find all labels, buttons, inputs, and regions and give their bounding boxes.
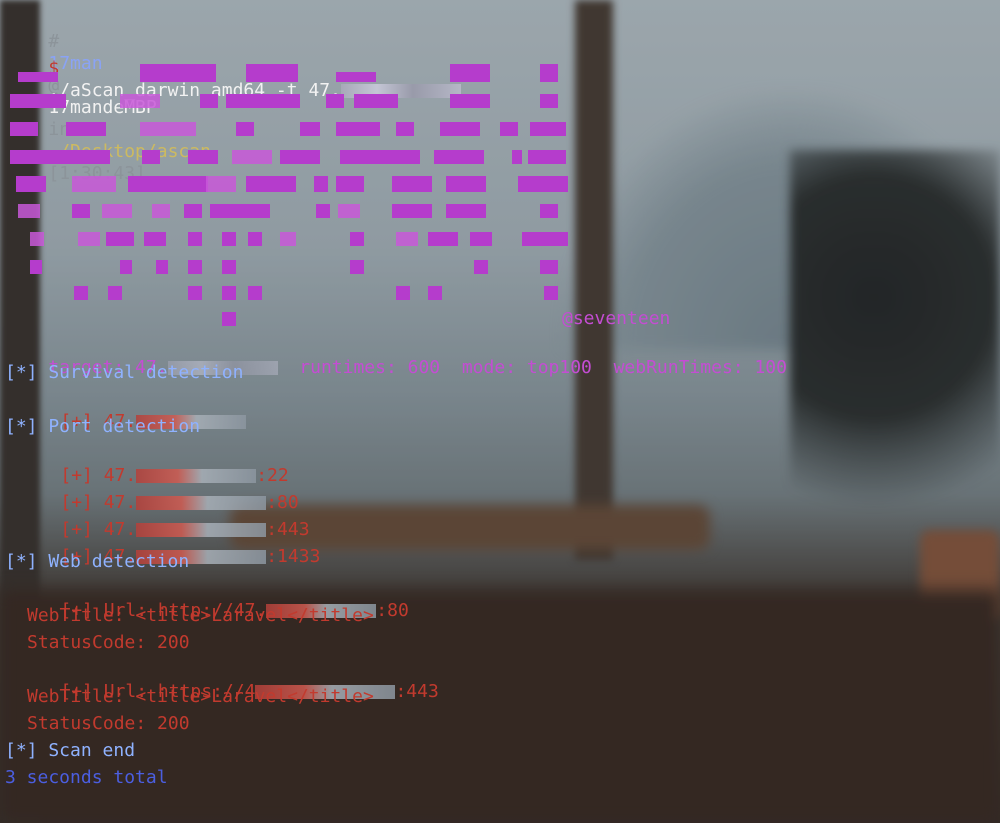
scan-end-header: [*] Scan end [5,740,136,761]
shell-prompt: # 17man @ 17mandeMBP in ~/Desktop/ascan … [5,9,211,184]
port-number: :80 [376,600,409,621]
ascii-banner [10,64,570,329]
web-run-times-value: webRunTimes: 100 [613,357,787,378]
mode-value: mode: top100 [461,357,592,378]
banner-author: @seventeen [562,308,671,329]
web-header: [*] Web detection [5,551,190,572]
scan-total-time: 3 seconds total [5,767,168,788]
port-number: :1433 [266,546,321,567]
web-title: WebTitle: <title>Laravel</title> [27,605,374,626]
survival-header: [*] Survival detection [5,362,244,383]
web-title: WebTitle: <title>Laravel</title> [27,686,374,707]
web-url: [+] Url: http://47.:80 [17,578,408,621]
port-number: :443 [395,681,439,702]
port-hit: [+] 47.:443 [17,497,309,540]
port-hit: [+] 47.:1433 [17,524,320,567]
port-hit: [+] 47.:22 [17,443,288,486]
web-status: StatusCode: 200 [27,713,190,734]
port-header: [*] Port detection [5,416,201,437]
runtimes-value: runtimes: 600 [299,357,441,378]
web-url: [+] Url: https://4:443 [17,659,438,702]
port-hit: [+] 47.:80 [17,470,298,513]
terminal-window[interactable]: # 17man @ 17mandeMBP in ~/Desktop/ascan … [0,0,1000,823]
scan-summary: target: 47. runtimes: 600 mode: top100 w… [5,335,787,378]
command-line: $ ./aScan_darwin_amd64 -t 47. [5,36,461,101]
web-status: StatusCode: 200 [27,632,190,653]
survival-hit: [+] 47. [17,389,247,432]
